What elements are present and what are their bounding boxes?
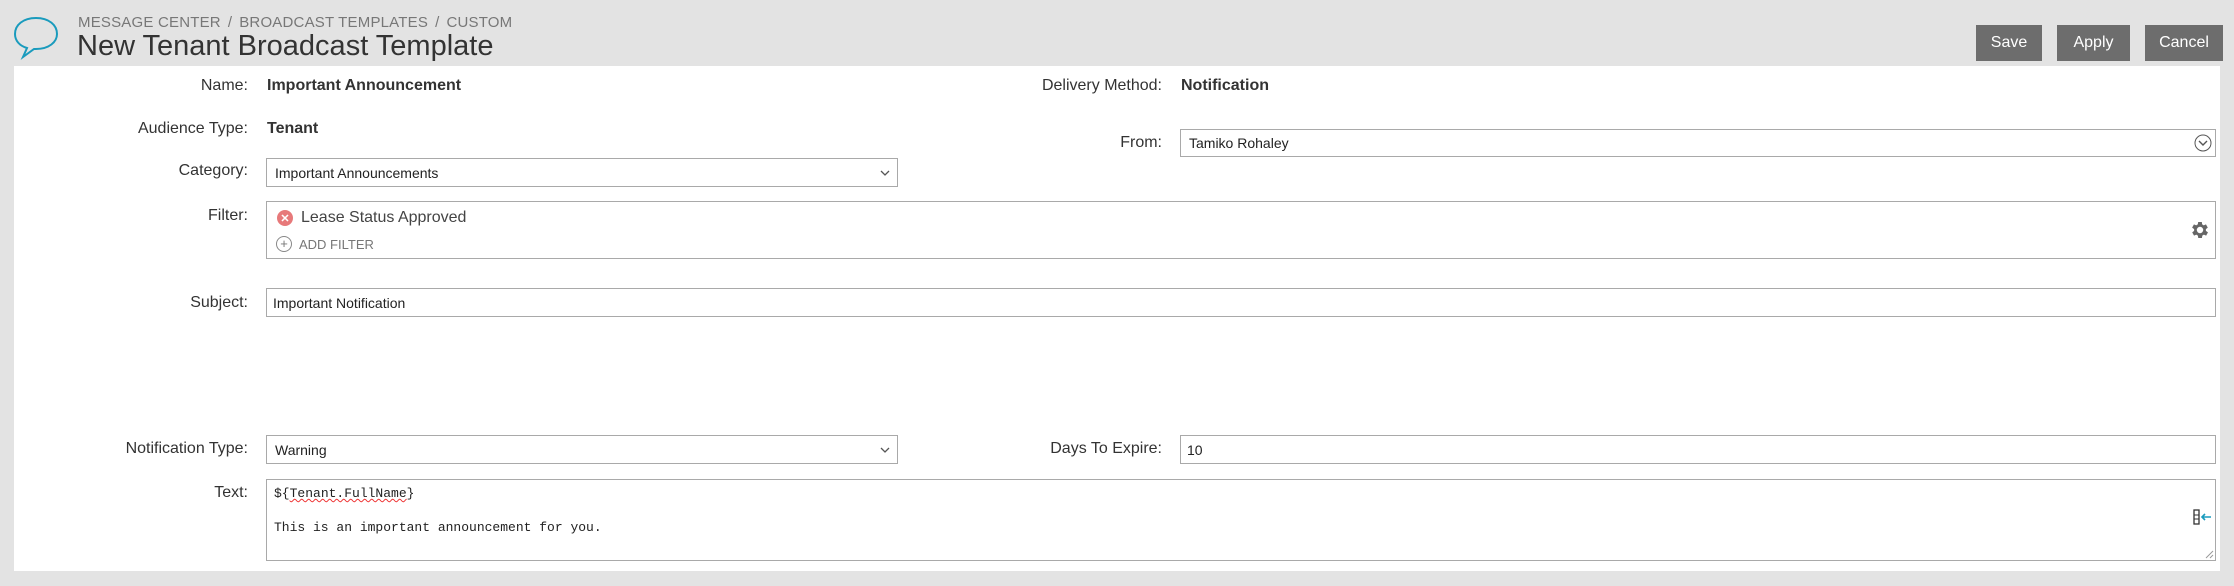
chevron-down-icon[interactable] (873, 159, 897, 186)
breadcrumb: MESSAGE CENTER / BROADCAST TEMPLATES / CUSTO… (78, 14, 512, 31)
filter-item-label: Lease Status Approved (301, 209, 467, 226)
add-filter-label: ADD FILTER (299, 236, 374, 252)
days-to-expire-label: Days To Expire: (1050, 440, 1162, 457)
filter-item: ✕ Lease Status Approved (277, 209, 466, 227)
from-select[interactable]: Tamiko Rohaley (1180, 129, 2216, 157)
remove-x-icon[interactable]: ✕ (277, 210, 293, 226)
audience-type-label: Audience Type: (137, 120, 248, 137)
form-panel: Name: Important Announcement Delivery Me… (14, 66, 2220, 571)
cancel-button[interactable]: Cancel (2145, 25, 2223, 61)
from-label: From: (1120, 134, 1162, 151)
from-select-value: Tamiko Rohaley (1189, 135, 1289, 151)
text-line: ${Tenant.FullName} (274, 486, 414, 501)
category-select[interactable]: Important Announcements (266, 158, 898, 187)
chevron-down-icon[interactable] (2191, 130, 2215, 156)
text-token: } (406, 486, 415, 501)
apply-button[interactable]: Apply (2057, 25, 2130, 61)
subject-input[interactable]: Important Notification (266, 288, 2216, 317)
text-label: Text: (214, 484, 248, 501)
delivery-method-value: Notification (1181, 77, 1269, 94)
days-to-expire-value: 10 (1187, 441, 1203, 458)
name-value: Important Announcement (267, 77, 462, 94)
breadcrumb-separator: / (435, 14, 440, 31)
subject-input-value: Important Notification (273, 294, 406, 311)
filter-box: ✕ Lease Status Approved + ADD FILTER (266, 201, 2216, 259)
breadcrumb-item[interactable]: MESSAGE CENTER (78, 14, 221, 31)
save-button[interactable]: Save (1976, 25, 2042, 61)
speech-bubble-icon (13, 16, 59, 60)
breadcrumb-item[interactable]: CUSTOM (446, 14, 512, 31)
chevron-down-icon[interactable] (873, 436, 897, 463)
page-title: New Tenant Broadcast Template (77, 30, 494, 62)
notification-type-label: Notification Type: (125, 440, 248, 457)
breadcrumb-item[interactable]: BROADCAST TEMPLATES (239, 14, 428, 31)
filter-label: Filter: (208, 207, 248, 224)
category-select-value: Important Announcements (275, 164, 439, 181)
text-variable: Tenant.FullName (289, 486, 407, 501)
delivery-method-label: Delivery Method: (1041, 77, 1162, 94)
text-token: ${ (274, 486, 290, 501)
text-area[interactable]: ${Tenant.FullName} This is an important … (266, 479, 2216, 561)
name-label: Name: (200, 77, 248, 94)
plus-circle-icon: + (276, 236, 292, 252)
audience-type-value: Tenant (267, 120, 319, 137)
text-line: This is an important announcement for yo… (274, 520, 602, 535)
notification-type-select[interactable]: Warning (266, 435, 898, 464)
add-filter-button[interactable]: + ADD FILTER (276, 236, 374, 252)
days-to-expire-input[interactable]: 10 (1180, 435, 2216, 464)
notification-type-value: Warning (275, 441, 327, 458)
gear-icon[interactable] (2189, 219, 2211, 241)
resize-handle-icon[interactable] (2204, 549, 2214, 559)
breadcrumb-separator: / (227, 14, 233, 31)
category-label: Category: (178, 162, 248, 179)
insert-field-icon[interactable] (2193, 508, 2213, 526)
subject-label: Subject: (190, 294, 248, 311)
